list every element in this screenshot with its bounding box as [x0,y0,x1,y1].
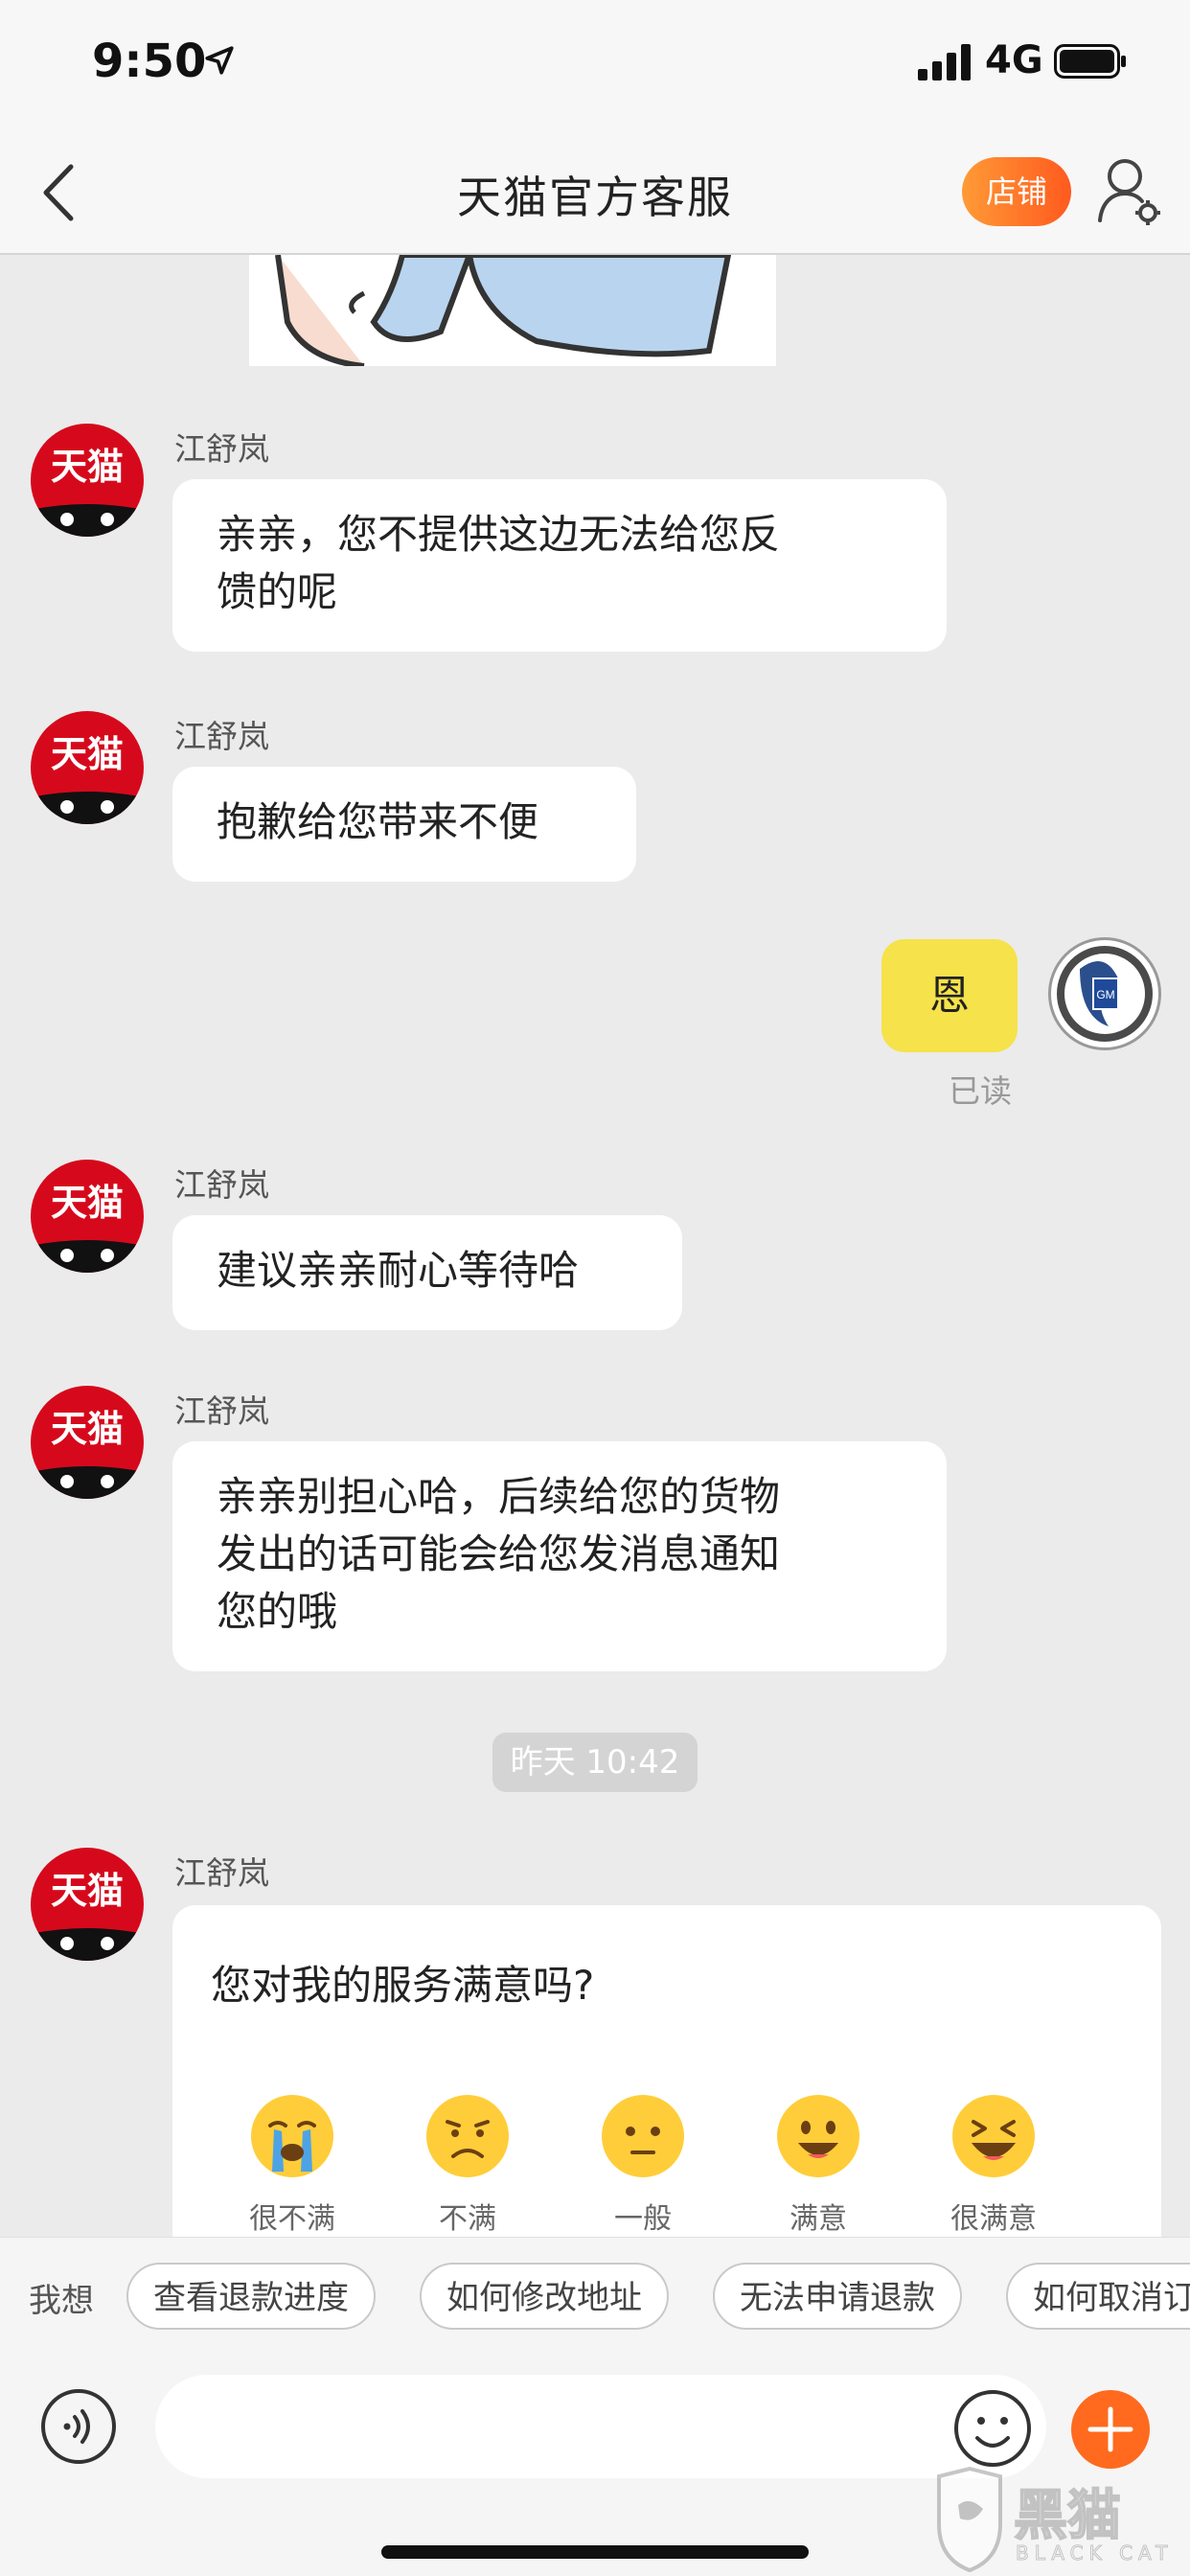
emoji-icon[interactable] [952,2388,1033,2469]
frowning-face-icon [426,2095,509,2177]
sticker-image[interactable] [249,255,776,366]
sender-name: 江舒岚 [174,1392,269,1430]
quick-reply-label: 我想 [29,2282,94,2320]
avatar-logo-text: 天猫 [50,1870,124,1912]
nav-bar: 天猫官方客服 店铺 [0,134,1190,255]
rating-satisfied[interactable]: 满意 [746,2093,890,2237]
rating-very-satisfied[interactable]: 很满意 [922,2093,1065,2237]
quick-reply-chip[interactable]: 查看退款进度 [126,2263,376,2330]
read-status: 已读 [949,1072,1012,1110]
status-bar: 9:50 4G [0,0,1190,134]
sender-name: 江舒岚 [174,430,269,468]
agent-avatar[interactable]: 天猫 [31,1386,144,1499]
watermark-subtext: BLACK CAT [1015,2542,1174,2565]
quick-reply-chip[interactable]: 无法申请退款 [713,2263,962,2330]
agent-message-bubble[interactable]: 亲亲，您不提供这边无法给您反 馈的呢 [172,479,947,652]
shield-cat-icon [937,2466,1002,2573]
message-text: 建议亲亲耐心等待哈 [217,1247,580,1294]
profile-settings-icon[interactable] [1096,155,1161,228]
satisfaction-survey-card: 您对我的服务满意吗? 很不满 不满 一般 满意 很满意 [172,1905,1161,2237]
status-time: 9:50 [92,34,207,88]
watermark-text: 黑猫 [1013,2484,1122,2548]
agent-avatar[interactable]: 天猫 [31,1848,144,1961]
store-button[interactable]: 店铺 [962,157,1071,226]
rating-neutral[interactable]: 一般 [571,2093,715,2237]
agent-avatar[interactable]: 天猫 [31,1160,144,1273]
rating-dissatisfied[interactable]: 不满 [396,2093,539,2237]
quick-reply-chip[interactable]: 如何取消订单 [1006,2263,1190,2330]
svg-text:GM: GM [1096,988,1114,1001]
tmall-cat-icon [31,1466,144,1499]
tmall-cat-icon [31,504,144,537]
voice-icon[interactable] [40,2388,117,2465]
battery-icon [1054,44,1126,79]
avatar-logo-text: 天猫 [50,446,124,488]
quick-reply-bar: 我想 查看退款进度 如何修改地址 无法申请退款 如何取消订单 [0,2237,1190,2357]
message-input[interactable] [155,2375,1046,2478]
sticker-drawing [275,255,732,366]
message-text: 亲亲，您不提供这边无法给您反 馈的呢 [217,511,781,615]
location-arrow-icon [205,46,234,75]
agent-avatar[interactable]: 天猫 [31,711,144,824]
avatar-logo-text: 天猫 [50,733,124,775]
avatar-logo-text: 天猫 [50,1408,124,1450]
message-text: 恩 [928,972,970,1019]
grinning-squint-face-icon [952,2095,1035,2177]
tmall-cat-icon [31,1928,144,1961]
tmall-cat-icon [31,1240,144,1273]
smiling-face-icon [777,2095,859,2177]
user-avatar[interactable]: GM [1048,937,1161,1050]
avatar-logo-text: 天猫 [50,1182,124,1224]
tmall-cat-icon [31,792,144,824]
survey-question: 您对我的服务满意吗? [211,1962,595,2009]
signal-icon [918,44,971,80]
agent-message-bubble[interactable]: 建议亲亲耐心等待哈 [172,1215,682,1330]
rating-label: 满意 [790,2202,847,2236]
chat-area[interactable]: 天猫 江舒岚 亲亲，您不提供这边无法给您反 馈的呢 天猫 江舒岚 抱歉给您带来不… [0,255,1190,2237]
message-text: 抱歉给您带来不便 [217,798,539,845]
network-label: 4G [985,38,1043,82]
message-text: 亲亲别担心哈，后续给您的货物 发出的话可能会给您发消息通知 您的哦 [217,1473,781,1635]
neutral-face-icon [602,2095,684,2177]
watermark: 黑猫 BLACK CAT [931,2466,1179,2573]
self-message-bubble[interactable]: 恩 [881,939,1018,1052]
quick-reply-chip[interactable]: 如何修改地址 [420,2263,669,2330]
rating-label: 不满 [439,2202,496,2236]
rating-very-dissatisfied[interactable]: 很不满 [220,2093,364,2237]
sender-name: 江舒岚 [174,1854,269,1892]
agent-avatar[interactable]: 天猫 [31,424,144,537]
crying-face-icon [251,2095,333,2177]
agent-message-bubble[interactable]: 亲亲别担心哈，后续给您的货物 发出的话可能会给您发消息通知 您的哦 [172,1441,947,1671]
agent-message-bubble[interactable]: 抱歉给您带来不便 [172,767,636,882]
plus-icon[interactable] [1071,2390,1150,2469]
input-bar: 黑猫 BLACK CAT [0,2356,1190,2576]
rating-label: 很不满 [249,2202,335,2236]
rating-label: 一般 [614,2202,672,2236]
rating-label: 很满意 [950,2202,1037,2236]
sender-name: 江舒岚 [174,718,269,755]
gm-logo-icon: GM [1057,946,1153,1042]
time-divider: 昨天 10:42 [492,1733,698,1792]
home-indicator[interactable] [381,2545,809,2559]
sender-name: 江舒岚 [174,1166,269,1204]
